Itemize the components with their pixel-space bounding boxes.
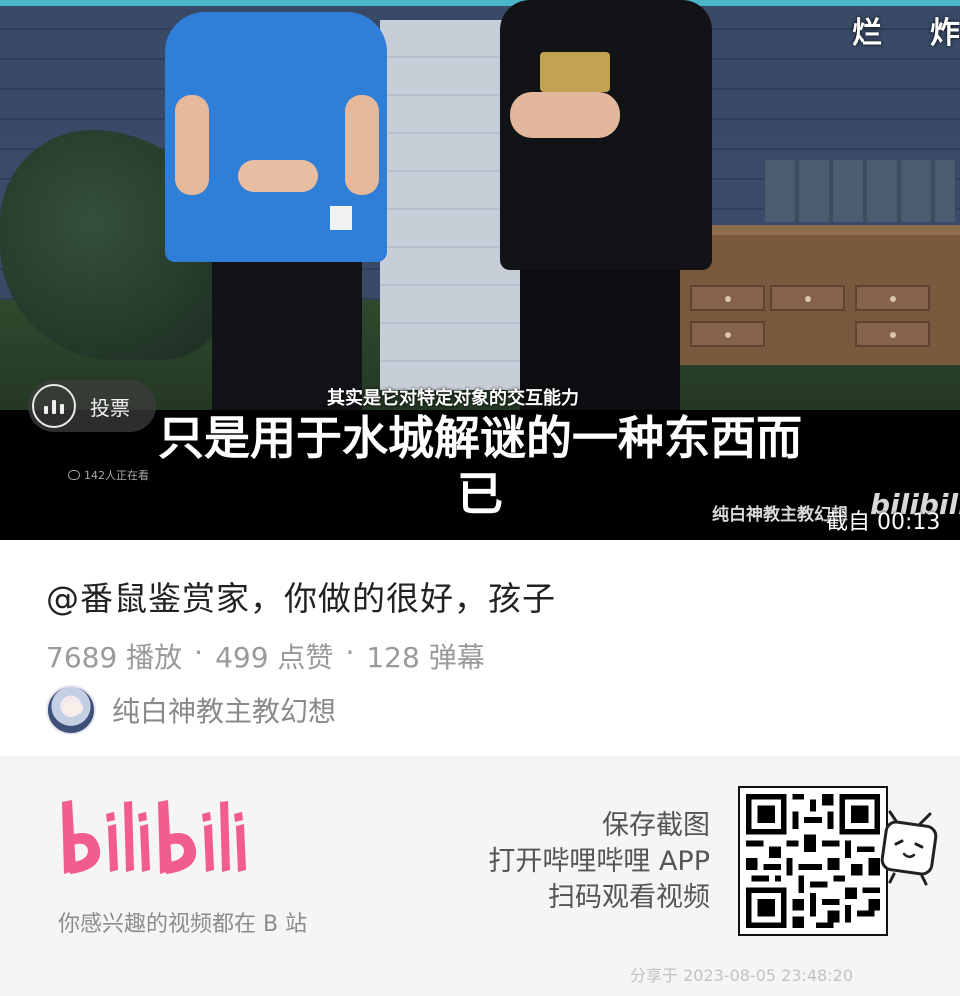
separator-dot: · <box>345 636 355 669</box>
author-row[interactable]: 纯白神教主教幻想 <box>46 685 336 735</box>
video-stats: 7689 播放 · 499 点赞 · 128 弹幕 <box>46 636 485 676</box>
tv-mascot-icon <box>880 810 938 886</box>
slogan: 你感兴趣的视频都在 B 站 <box>58 912 308 937</box>
viewers-icon <box>68 470 80 480</box>
danmaku-comment: 炸 <box>930 16 960 51</box>
person-left-shirt-tag <box>330 206 352 230</box>
video-title[interactable]: @番鼠鉴赏家，你做的很好，孩子 <box>46 572 556 620</box>
qr-code[interactable] <box>738 786 888 936</box>
desk-drawer <box>690 321 765 347</box>
desk-drawer <box>690 285 765 311</box>
play-count: 7689 播放 <box>46 641 183 674</box>
person-left-hands <box>238 160 318 192</box>
share-timestamp: 分享于 2023-08-05 23:48:20 <box>630 966 854 985</box>
promo-text: 保存截图 打开哔哩哔哩 APP 扫码观看视频 <box>488 808 710 916</box>
viewer-count-text: 142人正在看 <box>84 469 149 482</box>
bilibili-logo <box>62 800 246 874</box>
person-right-shirt-logo <box>540 52 610 92</box>
separator-dot: · <box>194 636 204 669</box>
avatar[interactable] <box>46 685 96 735</box>
promo-line: 打开哔哩哔哩 APP <box>488 846 710 877</box>
promo-line: 扫码观看视频 <box>548 882 710 913</box>
danmaku-comment: 烂 <box>852 16 882 51</box>
like-count: 499 点赞 <box>215 641 334 674</box>
author-name[interactable]: 纯白神教主教幻想 <box>112 690 336 730</box>
promo-line: 保存截图 <box>602 810 710 841</box>
person-right-hands <box>510 92 620 138</box>
subtitle-small: 其实是它对特定对象的交互能力 <box>327 388 579 409</box>
subtitle-line: 只是用于水城解谜的一种东西而 <box>158 411 802 465</box>
danmaku-count: 128 弹幕 <box>366 641 485 674</box>
person-left-arm <box>345 95 379 195</box>
background-pillar <box>380 20 520 390</box>
video-frame[interactable]: 烂 炸 投票 其实是它对特定对象的交互能力 只是用于水城解谜的一种东西而 已 1… <box>0 0 960 540</box>
background-books <box>765 160 955 222</box>
desk-drawer <box>855 285 930 311</box>
screenshot-timestamp: 截自 00:13 <box>826 510 941 535</box>
viewer-count: 142人正在看 <box>68 467 149 483</box>
desk-drawer <box>770 285 845 311</box>
background-desk <box>670 225 960 365</box>
desk-drawer <box>855 321 930 347</box>
person-left-arm <box>175 95 209 195</box>
background-light-strip <box>0 0 960 6</box>
